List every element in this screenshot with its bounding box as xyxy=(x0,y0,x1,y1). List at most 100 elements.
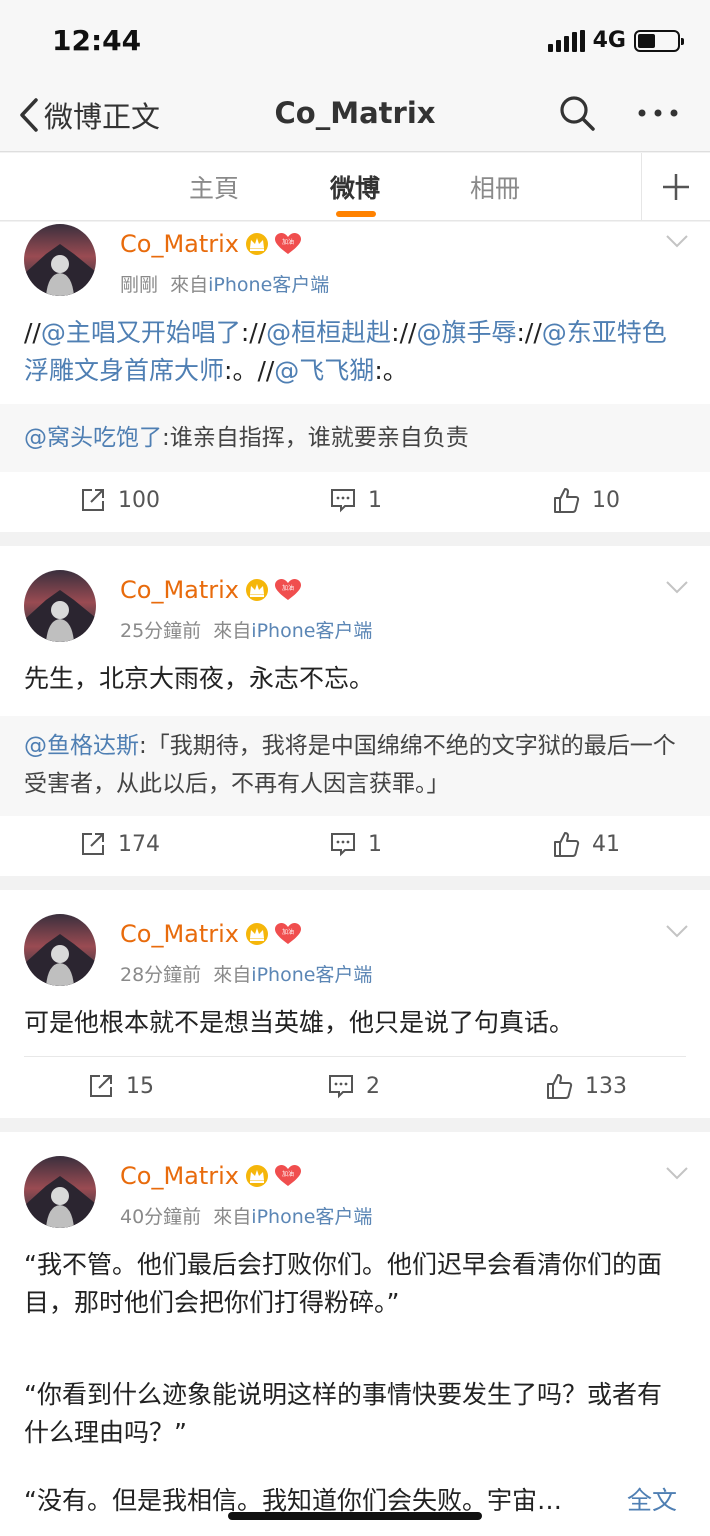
weibo-post[interactable]: Co_Matrix 加油 40分鐘前 來自iPhone客户端 “我不管。他们最后… xyxy=(0,1132,710,1536)
thumbs-up-icon xyxy=(547,1074,573,1099)
username[interactable]: Co_Matrix xyxy=(120,576,239,604)
svg-text:加油: 加油 xyxy=(282,584,294,592)
user-row: Co_Matrix 加油 xyxy=(120,1162,302,1190)
post-meta: 25分鐘前 來自iPhone客户端 xyxy=(120,616,372,643)
quoted-post[interactable]: @鱼格达斯:「我期待，我将是中国绵绵不绝的文字狱的最后一个受害者，从此以后，不再… xyxy=(0,716,710,816)
avatar[interactable] xyxy=(24,914,96,986)
chevron-down-icon[interactable] xyxy=(665,234,689,248)
source-prefix: 來自 xyxy=(213,964,252,986)
comment-count: 1 xyxy=(368,487,382,513)
post-source[interactable]: iPhone客户端 xyxy=(251,964,372,986)
like-button[interactable]: 10 xyxy=(552,470,620,530)
comment-count: 2 xyxy=(366,1073,380,1099)
post-source[interactable]: iPhone客户端 xyxy=(251,1206,372,1228)
mention-link[interactable]: @飞飞猢 xyxy=(274,356,374,385)
battery-icon xyxy=(634,29,684,52)
tab-home[interactable]: 主頁 xyxy=(189,169,239,205)
username[interactable]: Co_Matrix xyxy=(120,920,239,948)
avatar-image xyxy=(24,914,96,986)
mention-link[interactable]: @鱼格达斯 xyxy=(24,733,139,759)
repost-icon xyxy=(82,833,104,855)
post-source[interactable]: iPhone客户端 xyxy=(251,620,372,642)
chevron-down-icon[interactable] xyxy=(665,1166,689,1180)
source-prefix: 來自 xyxy=(170,274,209,296)
post-paragraph: “我不管。他们最后会打败你们。他们迟早会看清你们的面目，那时他们会把你们打得粉碎… xyxy=(24,1250,662,1317)
weibo-post[interactable]: Co_Matrix 加油 剛剛 來自iPhone客户端 //@主唱又开始唱了:/… xyxy=(0,222,710,532)
status-time: 12:44 xyxy=(52,24,142,57)
plus-icon xyxy=(663,174,689,200)
comment-button[interactable]: 1 xyxy=(330,470,382,530)
crown-icon xyxy=(246,233,269,255)
profile-tab-bar: 主頁 微博 相冊 xyxy=(0,153,710,221)
repost-icon xyxy=(82,489,104,511)
repost-button[interactable]: 15 xyxy=(88,1056,154,1116)
mention-link[interactable]: @主唱又开始唱了 xyxy=(41,318,241,347)
user-row: Co_Matrix 加油 xyxy=(120,920,302,948)
full-text-link[interactable]: 全文 xyxy=(627,1482,677,1520)
body-text-segment: :// xyxy=(516,318,542,347)
search-button[interactable] xyxy=(558,94,596,132)
signal-icon xyxy=(547,29,585,52)
body-text-segment: :。 xyxy=(374,356,408,385)
like-count: 41 xyxy=(592,831,620,857)
crown-icon xyxy=(246,923,269,945)
back-button[interactable]: 微博正文 xyxy=(18,94,160,136)
repost-count: 174 xyxy=(118,831,160,857)
active-tab-indicator xyxy=(336,211,376,217)
post-body: 可是他根本就不是想当英雄，他只是说了句真话。 xyxy=(24,1008,575,1037)
quoted-post[interactable]: @窝头吃饱了:谁亲自指挥，谁就要亲自负责 xyxy=(0,404,710,472)
chevron-down-icon[interactable] xyxy=(665,924,689,938)
avatar[interactable] xyxy=(24,224,96,296)
username[interactable]: Co_Matrix xyxy=(120,1162,239,1190)
comment-count: 1 xyxy=(368,831,382,857)
back-button-label: 微博正文 xyxy=(44,100,161,134)
post-time: 剛剛 xyxy=(120,274,159,296)
username[interactable]: Co_Matrix xyxy=(120,230,239,258)
post-meta: 剛剛 來自iPhone客户端 xyxy=(120,270,329,297)
body-text-segment: :// xyxy=(240,318,267,347)
post-paragraph: “你看到什么迹象能说明这样的事情快要发生了吗？或者有什么理由吗？” xyxy=(24,1380,662,1447)
body-text-segment: // xyxy=(24,318,41,347)
tab-weibo[interactable]: 微博 xyxy=(330,169,380,205)
repost-button[interactable]: 174 xyxy=(80,814,160,874)
like-button[interactable]: 133 xyxy=(545,1056,627,1116)
add-button[interactable] xyxy=(641,153,710,221)
weibo-post[interactable]: Co_Matrix 加油 28分鐘前 來自iPhone客户端 可是他根本就不是想… xyxy=(0,890,710,1118)
body-text-segment: :// xyxy=(391,318,417,347)
svg-text:加油: 加油 xyxy=(282,238,294,246)
svg-text:加油: 加油 xyxy=(282,928,294,936)
post-source[interactable]: iPhone客户端 xyxy=(208,274,329,296)
post-meta: 40分鐘前 來自iPhone客户端 xyxy=(120,1202,372,1229)
mention-link[interactable]: @窝头吃饱了 xyxy=(24,425,162,451)
post-time: 25分鐘前 xyxy=(120,620,202,642)
like-button[interactable]: 41 xyxy=(552,814,620,874)
chevron-down-icon[interactable] xyxy=(665,580,689,594)
like-count: 133 xyxy=(585,1073,627,1099)
user-row: Co_Matrix 加油 xyxy=(120,230,302,258)
navigation-bar: 微博正文 Co_Matrix xyxy=(0,84,710,152)
thumbs-up-icon xyxy=(554,832,580,857)
avatar-image xyxy=(24,224,96,296)
comment-button[interactable]: 2 xyxy=(328,1056,380,1116)
weibo-post[interactable]: Co_Matrix 加油 25分鐘前 來自iPhone客户端 先生，北京大雨夜，… xyxy=(0,546,710,876)
mention-link[interactable]: @旗手辱 xyxy=(416,318,516,347)
comment-button[interactable]: 1 xyxy=(330,814,382,874)
like-count: 10 xyxy=(592,487,620,513)
repost-button[interactable]: 100 xyxy=(80,470,160,530)
comment-icon xyxy=(331,489,355,513)
post-time: 40分鐘前 xyxy=(120,1206,202,1228)
crown-icon xyxy=(246,1165,269,1187)
repost-icon xyxy=(90,1075,112,1097)
network-type: 4G xyxy=(592,28,626,53)
chevron-left-icon xyxy=(20,98,38,132)
more-button[interactable] xyxy=(636,94,680,132)
mention-link[interactable]: @桓桓赳赳 xyxy=(266,318,391,347)
quoted-text: @窝头吃饱了:谁亲自指挥，谁就要亲自负责 xyxy=(24,419,686,457)
avatar[interactable] xyxy=(24,570,96,642)
comment-icon xyxy=(329,1075,353,1099)
home-indicator xyxy=(228,1512,482,1520)
action-row: 15 2 133 xyxy=(0,1056,710,1116)
avatar[interactable] xyxy=(24,1156,96,1228)
tab-album[interactable]: 相冊 xyxy=(470,169,520,205)
post-time: 28分鐘前 xyxy=(120,964,202,986)
